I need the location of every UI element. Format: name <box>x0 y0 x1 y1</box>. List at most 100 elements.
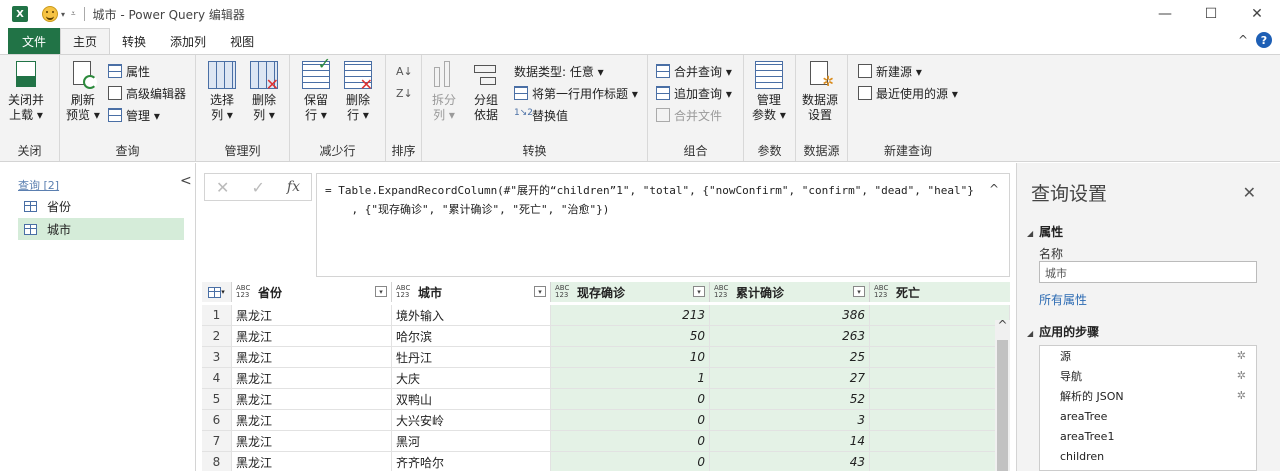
customize-toolbar-icon[interactable]: ⩡ <box>71 9 76 19</box>
cell-dead[interactable] <box>870 431 1010 451</box>
properties-button[interactable]: 属性 <box>108 61 150 81</box>
row-number[interactable]: 6 <box>202 410 232 430</box>
tab-add-column[interactable]: 添加列 <box>158 28 218 54</box>
combine-files-button[interactable]: 合并文件 <box>656 105 722 125</box>
cell-dead[interactable] <box>870 389 1010 409</box>
cell-province[interactable]: 黑龙江 <box>232 389 392 409</box>
use-first-row-header-button[interactable]: 将第一行用作标题 ▾ <box>514 83 638 103</box>
close-and-load-button[interactable]: 关闭并 上载 ▾ <box>8 61 44 123</box>
scrollbar-thumb[interactable] <box>997 340 1008 471</box>
cell-total-confirm[interactable]: 14 <box>710 431 870 451</box>
row-number[interactable]: 2 <box>202 326 232 346</box>
all-properties-link[interactable]: 所有属性 <box>1039 291 1087 308</box>
cell-province[interactable]: 黑龙江 <box>232 431 392 451</box>
cell-now-confirm[interactable]: 1 <box>551 368 710 388</box>
fx-icon[interactable]: fx <box>287 179 300 195</box>
cell-city[interactable]: 哈尔滨 <box>392 326 551 346</box>
cell-province[interactable]: 黑龙江 <box>232 305 392 325</box>
cell-total-confirm[interactable]: 263 <box>710 326 870 346</box>
table-row[interactable]: 1 黑龙江 境外输入 213 386 <box>202 305 1010 326</box>
query-name-input[interactable]: 城市 <box>1039 261 1257 283</box>
cell-dead[interactable] <box>870 452 1010 471</box>
table-row[interactable]: 6 黑龙江 大兴安岭 0 3 <box>202 410 1010 431</box>
applied-steps-header[interactable]: 应用的步骤 <box>1027 323 1099 340</box>
query-item-province[interactable]: 省份 <box>18 195 184 217</box>
row-number[interactable]: 4 <box>202 368 232 388</box>
cell-now-confirm[interactable]: 10 <box>551 347 710 367</box>
commit-formula-icon[interactable]: ✓ <box>251 178 264 197</box>
cell-city[interactable]: 牡丹江 <box>392 347 551 367</box>
cell-now-confirm[interactable]: 50 <box>551 326 710 346</box>
new-source-button[interactable]: 新建源 ▾ <box>858 61 922 81</box>
maximize-button[interactable]: ☐ <box>1188 0 1234 28</box>
cell-total-confirm[interactable]: 52 <box>710 389 870 409</box>
applied-step[interactable]: areaTree1 <box>1040 426 1256 446</box>
table-row[interactable]: 8 黑龙江 齐齐哈尔 0 43 <box>202 452 1010 471</box>
step-settings-gear-icon[interactable]: ✲ <box>1237 369 1246 382</box>
cell-dead[interactable] <box>870 347 1010 367</box>
sort-descending-icon[interactable]: Z↓ <box>396 83 413 103</box>
cell-now-confirm[interactable]: 0 <box>551 452 710 471</box>
cell-province[interactable]: 黑龙江 <box>232 368 392 388</box>
cell-now-confirm[interactable]: 0 <box>551 410 710 430</box>
applied-step[interactable]: 源 ✲ <box>1040 346 1256 366</box>
tab-transform[interactable]: 转换 <box>110 28 158 54</box>
cell-total-confirm[interactable]: 3 <box>710 410 870 430</box>
tab-view[interactable]: 视图 <box>218 28 266 54</box>
cell-city[interactable]: 齐齐哈尔 <box>392 452 551 471</box>
tab-file[interactable]: 文件 <box>8 28 61 54</box>
choose-columns-button[interactable]: 选择 列 ▾ <box>208 61 236 123</box>
properties-section-header[interactable]: 属性 <box>1027 223 1063 240</box>
table-row[interactable]: 3 黑龙江 牡丹江 10 25 <box>202 347 1010 368</box>
scroll-up-button[interactable]: ^ <box>995 318 1010 336</box>
cell-province[interactable]: 黑龙江 <box>232 347 392 367</box>
manage-query-button[interactable]: 管理 ▾ <box>108 105 160 125</box>
keep-rows-button[interactable]: 保留 行 ▾ <box>302 56 331 123</box>
cancel-formula-icon[interactable]: ✕ <box>216 178 229 197</box>
data-source-settings-button[interactable]: ✲ 数据源 设置 <box>802 61 838 123</box>
row-number[interactable]: 8 <box>202 452 232 471</box>
column-header-now-confirm[interactable]: ABC 123 现存确诊 ▾ <box>551 282 710 302</box>
recent-sources-button[interactable]: 最近使用的源 ▾ <box>858 83 958 103</box>
advanced-editor-button[interactable]: 高级编辑器 <box>108 83 186 103</box>
append-queries-button[interactable]: 追加查询 ▾ <box>656 83 732 103</box>
cell-province[interactable]: 黑龙江 <box>232 326 392 346</box>
group-by-button[interactable]: 分组 依据 <box>472 61 500 123</box>
collapse-ribbon-button[interactable]: ^ <box>1238 33 1248 47</box>
column-header-city[interactable]: ABC 123 城市 ▾ <box>392 282 551 302</box>
row-number[interactable]: 7 <box>202 431 232 451</box>
collapse-queries-button[interactable]: < <box>180 173 192 189</box>
replace-values-button[interactable]: 1↘2 替换值 <box>514 105 568 125</box>
cell-total-confirm[interactable]: 25 <box>710 347 870 367</box>
row-number[interactable]: 3 <box>202 347 232 367</box>
cell-city[interactable]: 境外输入 <box>392 305 551 325</box>
remove-columns-button[interactable]: 删除 列 ▾ <box>250 61 279 123</box>
filter-dropdown-icon[interactable]: ▾ <box>853 286 865 297</box>
remove-rows-button[interactable]: 删除 行 ▾ <box>344 61 373 123</box>
cell-now-confirm[interactable]: 213 <box>551 305 710 325</box>
cell-dead[interactable] <box>870 368 1010 388</box>
merge-queries-button[interactable]: 合并查询 ▾ <box>656 61 732 81</box>
column-header-total-confirm[interactable]: ABC 123 累计确诊 ▾ <box>710 282 870 302</box>
cell-total-confirm[interactable]: 43 <box>710 452 870 471</box>
column-header-province[interactable]: ABC 123 省份 ▾ <box>232 282 392 302</box>
step-settings-gear-icon[interactable]: ✲ <box>1237 349 1246 362</box>
manage-parameters-button[interactable]: 管理 参数 ▾ <box>752 61 786 123</box>
close-window-button[interactable]: ✕ <box>1234 0 1280 28</box>
applied-step[interactable]: 导航 ✲ <box>1040 366 1256 386</box>
table-row[interactable]: 7 黑龙江 黑河 0 14 <box>202 431 1010 452</box>
cell-city[interactable]: 双鸭山 <box>392 389 551 409</box>
close-settings-button[interactable]: ✕ <box>1243 183 1256 202</box>
vertical-scrollbar[interactable] <box>995 320 1010 471</box>
cell-now-confirm[interactable]: 0 <box>551 389 710 409</box>
row-number[interactable]: 1 <box>202 305 232 325</box>
cell-total-confirm[interactable]: 27 <box>710 368 870 388</box>
table-row[interactable]: 2 黑龙江 哈尔滨 50 263 <box>202 326 1010 347</box>
refresh-preview-button[interactable]: 刷新 预览 ▾ <box>66 61 100 123</box>
sort-ascending-icon[interactable]: A↓ <box>396 61 413 81</box>
queries-header[interactable]: 查询 [2] <box>18 177 59 193</box>
cell-province[interactable]: 黑龙江 <box>232 452 392 471</box>
filter-dropdown-icon[interactable]: ▾ <box>534 286 546 297</box>
cell-city[interactable]: 大兴安岭 <box>392 410 551 430</box>
cell-province[interactable]: 黑龙江 <box>232 410 392 430</box>
